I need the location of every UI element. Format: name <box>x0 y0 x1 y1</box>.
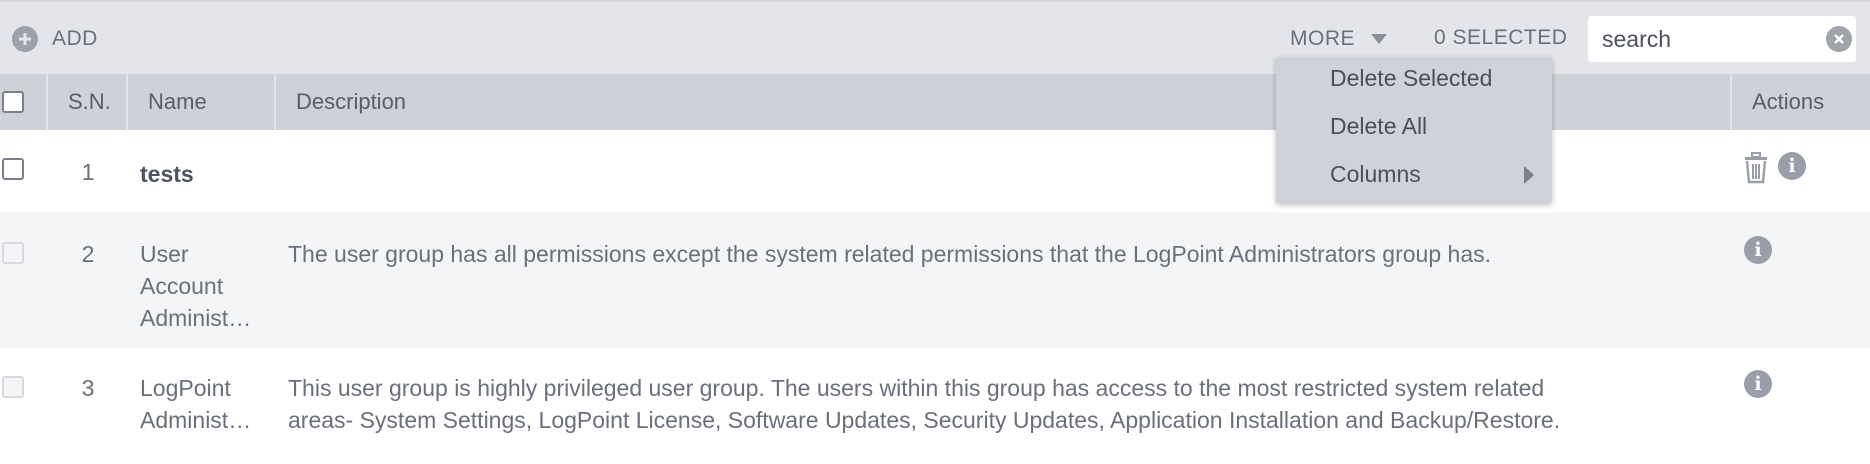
more-dropdown-menu: Delete Selected Delete All Columns <box>1276 57 1552 203</box>
menu-item-delete-all[interactable]: Delete All <box>1330 113 1427 140</box>
column-divider <box>46 74 48 130</box>
row-description-line: This user group is highly privileged use… <box>288 375 1545 401</box>
header-sn[interactable]: S.N. <box>68 74 111 130</box>
trash-icon[interactable] <box>1742 152 1770 189</box>
row-name-line: User <box>140 241 189 267</box>
table-row: 3 LogPoint Administ… This user group is … <box>0 348 1870 464</box>
add-label: ADD <box>52 27 98 50</box>
column-divider <box>126 74 128 130</box>
info-icon[interactable]: i <box>1778 152 1806 180</box>
row-checkbox[interactable] <box>2 242 24 264</box>
row-sn: 2 <box>81 241 95 267</box>
row-name-line: Administ… <box>140 305 252 331</box>
search-input[interactable] <box>1600 24 1814 54</box>
add-button[interactable]: ADD <box>12 24 98 54</box>
search-box <box>1588 16 1856 62</box>
menu-item-delete-selected[interactable]: Delete Selected <box>1330 65 1492 92</box>
row-name[interactable]: User Account Administ… <box>140 238 251 334</box>
info-icon[interactable]: i <box>1744 370 1772 398</box>
row-checkbox[interactable] <box>2 376 24 398</box>
header-actions: Actions <box>1752 89 1825 114</box>
table-header: S.N. Name Description Actions <box>0 74 1870 130</box>
row-name[interactable]: tests <box>140 158 194 190</box>
select-all-cell <box>2 74 24 130</box>
row-name-line: LogPoint <box>140 375 231 401</box>
toolbar: ADD MORE 0 SELECTED <box>0 0 1870 74</box>
submenu-arrow-icon <box>1524 166 1534 184</box>
more-label: MORE <box>1290 27 1355 50</box>
clear-search-icon[interactable] <box>1826 26 1852 52</box>
column-divider <box>274 74 276 130</box>
table-row: 2 User Account Administ… The user group … <box>0 212 1870 348</box>
more-button[interactable]: MORE <box>1290 24 1387 54</box>
row-sn: 3 <box>81 375 95 401</box>
row-checkbox[interactable] <box>2 158 24 180</box>
row-description: This user group is highly privileged use… <box>288 372 1560 436</box>
menu-item-columns[interactable]: Columns <box>1330 161 1421 188</box>
caret-down-icon <box>1371 34 1387 44</box>
row-sn: 1 <box>81 159 95 185</box>
table-row: 1 tests i <box>0 130 1870 212</box>
row-description-line: areas- System Settings, LogPoint License… <box>288 407 1561 433</box>
info-icon[interactable]: i <box>1744 236 1772 264</box>
header-description[interactable]: Description <box>296 74 406 130</box>
select-all-checkbox[interactable] <box>2 91 24 113</box>
selected-count: 0 SELECTED <box>1434 26 1568 49</box>
column-divider <box>1730 74 1732 130</box>
row-name[interactable]: LogPoint Administ… <box>140 372 251 436</box>
header-name[interactable]: Name <box>148 74 207 130</box>
row-name-line: Administ… <box>140 407 252 433</box>
plus-icon <box>12 26 38 52</box>
row-description: The user group has all permissions excep… <box>288 241 1491 267</box>
row-name-line: Account <box>140 273 224 299</box>
